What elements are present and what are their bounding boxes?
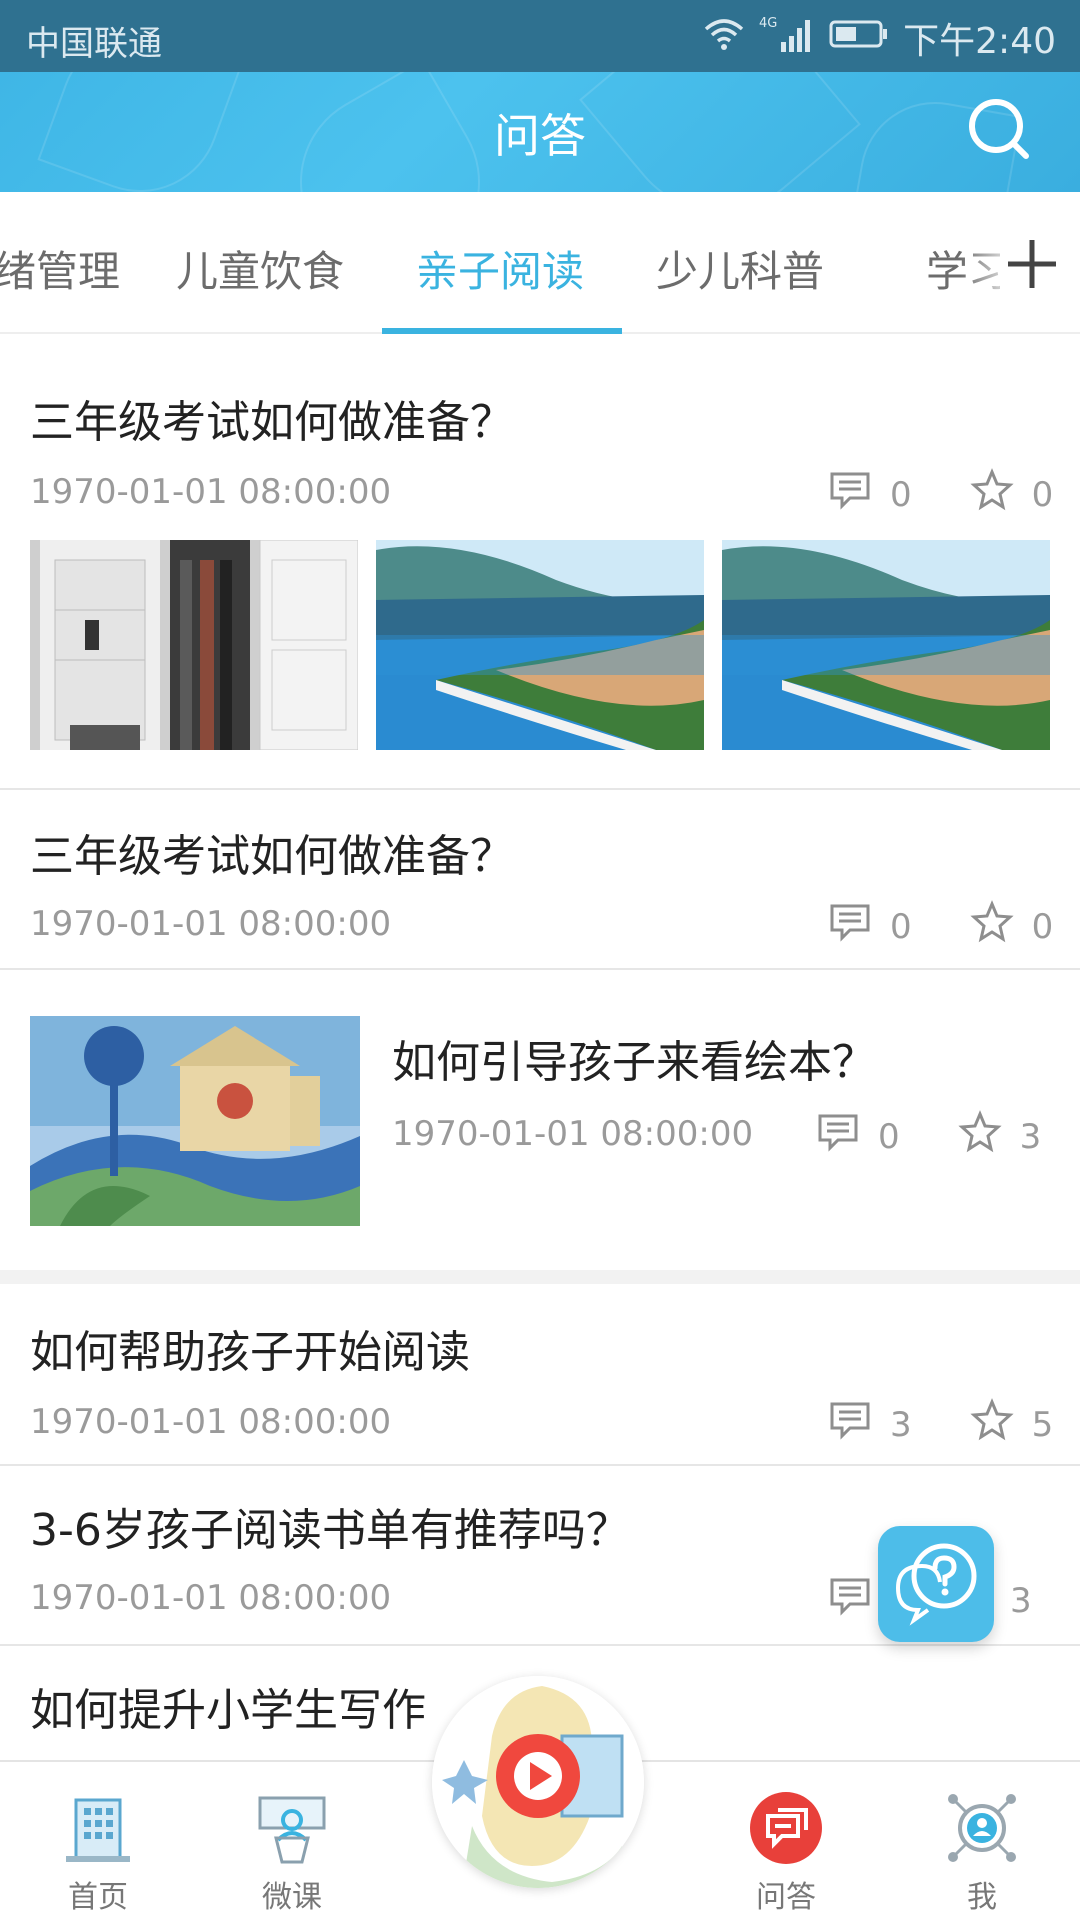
comment-count: 0	[890, 906, 912, 947]
search-icon[interactable]	[960, 90, 1040, 170]
lake-town-image[interactable]	[376, 540, 704, 750]
comment-icon	[828, 1574, 872, 1627]
lecture-icon	[254, 1790, 330, 1866]
question-date: 1970-01-01 08:00:00	[30, 1578, 392, 1618]
tab-kids-science[interactable]: 少儿科普	[656, 238, 824, 299]
nav-micro-course-label: 微课	[262, 1880, 322, 1915]
closet-image[interactable]	[30, 540, 358, 750]
comment-count: 0	[878, 1116, 900, 1157]
question-date: 1970-01-01 08:00:00	[30, 1402, 392, 1442]
favorite-count: 3	[1010, 1580, 1032, 1621]
comment-icon	[816, 1110, 860, 1163]
question-date: 1970-01-01 08:00:00	[30, 472, 392, 512]
comment-icon	[828, 900, 872, 953]
signal-icon: 4G	[759, 14, 815, 63]
list-item[interactable]: 三年级考试如何做准备？ 1970-01-01 08:00:00 0 0	[0, 790, 1080, 968]
nav-qa-label: 问答	[756, 1880, 816, 1915]
question-meta: 0 3	[816, 1110, 1041, 1163]
star-icon	[970, 1398, 1014, 1451]
favorite-count: 0	[1031, 474, 1054, 515]
picture-book-image[interactable]	[30, 1016, 360, 1226]
favorite-count: 5	[1031, 1404, 1054, 1445]
comment-count: 3	[890, 1404, 912, 1445]
question-meta: 0 0	[828, 468, 1053, 521]
plus-icon[interactable]	[1000, 232, 1064, 296]
nav-micro-course[interactable]: 微课	[232, 1790, 352, 1916]
list-item[interactable]: 如何帮助孩子开始阅读 1970-01-01 08:00:00 3 5	[0, 1284, 1080, 1464]
nav-home[interactable]: 首页	[38, 1790, 158, 1916]
question-title: 如何提升小学生写作	[30, 1685, 426, 1736]
star-icon	[970, 468, 1014, 521]
profile-icon	[944, 1790, 1020, 1866]
list-item[interactable]: 三年级考试如何做准备？ 1970-01-01 08:00:00 0 0	[0, 336, 1080, 788]
question-title: 如何帮助孩子开始阅读	[30, 1327, 470, 1378]
nav-me-label: 我	[967, 1880, 997, 1915]
comment-icon	[828, 468, 872, 521]
favorite-count: 0	[1031, 906, 1054, 947]
ask-question-button[interactable]	[878, 1526, 994, 1642]
page-title: 问答	[494, 109, 586, 163]
play-button[interactable]	[432, 1676, 644, 1888]
tab-parent-reading[interactable]: 亲子阅读	[416, 238, 584, 299]
battery-icon	[829, 18, 889, 58]
status-bar: 中国联通 4G 下午2:40	[0, 0, 1080, 72]
carrier-name: 中国联通	[26, 24, 162, 64]
play-icon	[432, 1676, 644, 1888]
nav-home-label: 首页	[68, 1880, 128, 1915]
app-header: 问答	[0, 72, 1080, 192]
star-icon	[958, 1110, 1002, 1163]
question-title: 3-6岁孩子阅读书单有推荐吗？	[30, 1505, 630, 1556]
section-divider	[0, 1270, 1080, 1284]
question-date: 1970-01-01 08:00:00	[392, 1114, 754, 1154]
qa-icon	[748, 1790, 824, 1866]
question-title: 三年级考试如何做准备？	[30, 397, 514, 448]
nav-qa[interactable]: 问答	[726, 1790, 846, 1916]
nav-me[interactable]: 我	[922, 1790, 1042, 1916]
building-icon	[60, 1790, 136, 1866]
comment-count: 0	[890, 474, 912, 515]
network-type: 4G	[759, 16, 777, 31]
question-date: 1970-01-01 08:00:00	[30, 904, 392, 944]
tab-emotion[interactable]: 绪管理	[0, 238, 120, 299]
star-icon	[970, 900, 1014, 953]
tab-child-diet[interactable]: 儿童饮食	[176, 238, 344, 299]
question-meta: 0 0	[828, 900, 1053, 953]
question-bubble-icon	[896, 1543, 977, 1626]
clock: 下午2:40	[903, 21, 1056, 62]
question-title: 三年级考试如何做准备？	[30, 831, 514, 882]
comment-icon	[828, 1398, 872, 1451]
category-tabs: 绪管理 儿童饮食 亲子阅读 少儿科普 学习	[0, 192, 1080, 334]
question-meta: 3 5	[828, 1398, 1053, 1451]
active-tab-indicator	[382, 328, 622, 334]
question-title: 如何引导孩子来看绘本？	[392, 1037, 876, 1088]
screen: 中国联通 4G 下午2:40 问答 绪管理 儿童饮食 亲子阅读 少儿科普 三年级…	[0, 0, 1080, 1920]
wifi-icon	[703, 17, 745, 60]
favorite-count: 3	[1019, 1116, 1042, 1157]
list-item[interactable]: 如何引导孩子来看绘本？ 1970-01-01 08:00:00 0 3	[0, 970, 1080, 1270]
lake-town-image[interactable]	[722, 540, 1050, 750]
